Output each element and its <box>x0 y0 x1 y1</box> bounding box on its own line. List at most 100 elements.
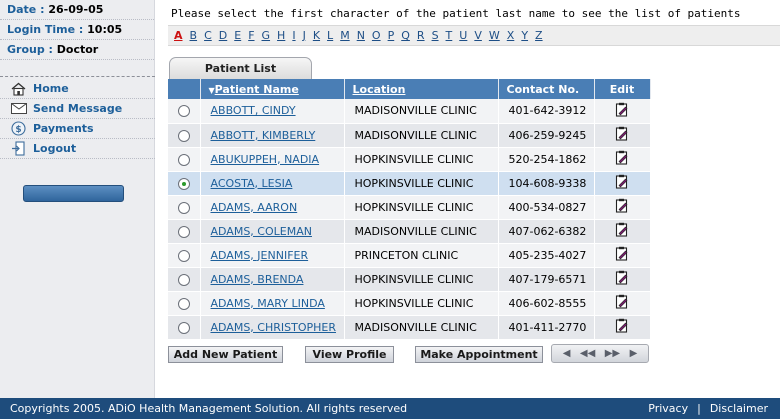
alphabet-letter-n[interactable]: N <box>357 29 365 42</box>
alphabet-letter-x[interactable]: X <box>507 29 515 42</box>
patient-name-link[interactable]: ADAMS, JENNIFER <box>211 249 309 262</box>
patient-table: ▼Patient Name Location Contact No. Edit … <box>168 79 651 340</box>
select-cell <box>168 147 201 172</box>
alphabet-letter-i[interactable]: I <box>292 29 295 42</box>
table-row[interactable]: ADAMS, COLEMAN MADISONVILLE CLINIC 407-062… <box>168 219 651 244</box>
row-radio-button[interactable] <box>177 273 190 286</box>
date-label: Date : <box>7 3 49 16</box>
alphabet-letter-q[interactable]: Q <box>401 29 410 42</box>
row-radio-button[interactable] <box>177 225 190 238</box>
nav-item-payments[interactable]: $ Payments <box>0 119 155 139</box>
last-page-icon[interactable]: ▶ <box>630 348 638 359</box>
edit-icon[interactable] <box>615 102 629 120</box>
contact-cell: 401-642-3912 <box>498 99 595 124</box>
alphabet-letter-c[interactable]: C <box>204 29 212 42</box>
alphabet-letter-r[interactable]: R <box>417 29 425 42</box>
alphabet-letter-z[interactable]: Z <box>535 29 543 42</box>
alphabet-letter-h[interactable]: H <box>277 29 285 42</box>
alphabet-letter-k[interactable]: K <box>313 29 320 42</box>
make-appointment-button[interactable]: Make Appointment <box>415 346 543 363</box>
tab-patient-list[interactable]: Patient List <box>169 57 312 79</box>
table-row[interactable]: ABBOTT, CINDY MADISONVILLE CLINIC 401-642-… <box>168 99 651 124</box>
edit-icon[interactable] <box>615 294 629 312</box>
alphabet-letter-l[interactable]: L <box>327 29 333 42</box>
nav-item-send-message[interactable]: Send Message <box>0 99 155 119</box>
alphabet-letter-e[interactable]: E <box>234 29 241 42</box>
table-row[interactable]: ADAMS, BRENDA HOPKINSVILLE CLINIC 407-179-… <box>168 267 651 292</box>
alphabet-letter-y[interactable]: Y <box>521 29 528 42</box>
first-page-icon[interactable]: ◀ <box>563 348 571 359</box>
next-page-icon[interactable]: ▶▶ <box>605 348 620 359</box>
alphabet-letter-v[interactable]: V <box>474 29 482 42</box>
edit-icon[interactable] <box>615 318 629 336</box>
nav-item-home[interactable]: Home <box>0 79 155 99</box>
edit-cell <box>594 291 651 316</box>
logout-icon <box>10 141 27 157</box>
add-new-patient-button[interactable]: Add New Patient <box>168 346 283 363</box>
disclaimer-link[interactable]: Disclaimer <box>710 402 768 415</box>
edit-icon[interactable] <box>615 174 629 192</box>
alphabet-letter-b[interactable]: B <box>190 29 198 42</box>
privacy-link[interactable]: Privacy <box>648 402 688 415</box>
patient-name-link[interactable]: ABBOTT, KIMBERLY <box>211 129 316 142</box>
row-radio-button[interactable] <box>177 177 190 190</box>
edit-icon[interactable] <box>615 270 629 288</box>
edit-icon[interactable] <box>615 126 629 144</box>
edit-icon[interactable] <box>615 222 629 240</box>
edit-icon[interactable] <box>615 198 629 216</box>
alphabet-letter-m[interactable]: M <box>340 29 350 42</box>
header-contact: Contact No. <box>498 79 595 99</box>
patient-name-cell: ADAMS, AARON <box>200 195 345 220</box>
table-row[interactable]: ABUKUPPEH, NADIA HOPKINSVILLE CLINIC 520-2… <box>168 147 651 172</box>
alphabet-letter-j[interactable]: J <box>303 29 306 42</box>
view-profile-button[interactable]: View Profile <box>305 346 394 363</box>
sidebar-blank-button[interactable] <box>23 185 124 202</box>
row-radio-button[interactable] <box>177 201 190 214</box>
table-row[interactable]: ADAMS, JENNIFER PRINCETON CLINIC 405-235-4… <box>168 243 651 268</box>
table-row[interactable]: ADAMS, AARON HOPKINSVILLE CLINIC 400-534-0… <box>168 195 651 220</box>
table-row[interactable]: ABBOTT, KIMBERLY MADISONVILLE CLINIC 406-2… <box>168 123 651 148</box>
alphabet-letter-s[interactable]: S <box>432 29 439 42</box>
alphabet-letter-d[interactable]: D <box>219 29 227 42</box>
nav-label-payments: Payments <box>33 121 94 135</box>
location-cell: HOPKINSVILLE CLINIC <box>344 147 499 172</box>
select-cell <box>168 195 201 220</box>
patient-name-link[interactable]: ADAMS, CHRISTOPHER <box>211 321 337 334</box>
alphabet-letter-w[interactable]: W <box>489 29 500 42</box>
patient-name-link[interactable]: ABBOTT, CINDY <box>211 104 296 117</box>
nav-item-logout[interactable]: Logout <box>0 139 155 159</box>
alphabet-letter-g[interactable]: G <box>262 29 271 42</box>
alphabet-letter-f[interactable]: F <box>248 29 254 42</box>
table-row[interactable]: ACOSTA, LESIA HOPKINSVILLE CLINIC 104-608-… <box>168 171 651 196</box>
header-location[interactable]: Location <box>344 79 499 99</box>
header-patient-name[interactable]: ▼Patient Name <box>200 79 345 99</box>
patient-name-link[interactable]: ADAMS, BRENDA <box>211 273 304 286</box>
row-radio-button[interactable] <box>177 321 190 334</box>
alphabet-letter-p[interactable]: P <box>388 29 395 42</box>
patient-name-link[interactable]: ADAMS, MARY LINDA <box>211 297 325 310</box>
alphabet-letter-o[interactable]: O <box>372 29 381 42</box>
alphabet-letter-t[interactable]: T <box>446 29 453 42</box>
row-radio-button[interactable] <box>177 129 190 142</box>
alphabet-letter-u[interactable]: U <box>459 29 467 42</box>
patient-name-link[interactable]: ADAMS, AARON <box>211 201 298 214</box>
location-cell: HOPKINSVILLE CLINIC <box>344 291 499 316</box>
edit-cell <box>594 195 651 220</box>
patient-name-link[interactable]: ACOSTA, LESIA <box>211 177 293 190</box>
row-radio-button[interactable] <box>177 153 190 166</box>
table-row[interactable]: ADAMS, CHRISTOPHER MADISONVILLE CLINIC 401… <box>168 315 651 340</box>
edit-cell <box>594 267 651 292</box>
edit-icon[interactable] <box>615 150 629 168</box>
header-location-label: Location <box>352 82 406 96</box>
patient-name-link[interactable]: ADAMS, COLEMAN <box>211 225 312 238</box>
table-row[interactable]: ADAMS, MARY LINDA HOPKINSVILLE CLINIC 406-… <box>168 291 651 316</box>
row-radio-button[interactable] <box>177 297 190 310</box>
group-value: Doctor <box>56 43 99 56</box>
alphabet-letter-a[interactable]: A <box>174 29 183 42</box>
location-cell: MADISONVILLE CLINIC <box>344 123 499 148</box>
prev-page-icon[interactable]: ◀◀ <box>580 348 595 359</box>
row-radio-button[interactable] <box>177 105 190 118</box>
patient-name-link[interactable]: ABUKUPPEH, NADIA <box>211 153 320 166</box>
row-radio-button[interactable] <box>177 249 190 262</box>
edit-icon[interactable] <box>615 246 629 264</box>
